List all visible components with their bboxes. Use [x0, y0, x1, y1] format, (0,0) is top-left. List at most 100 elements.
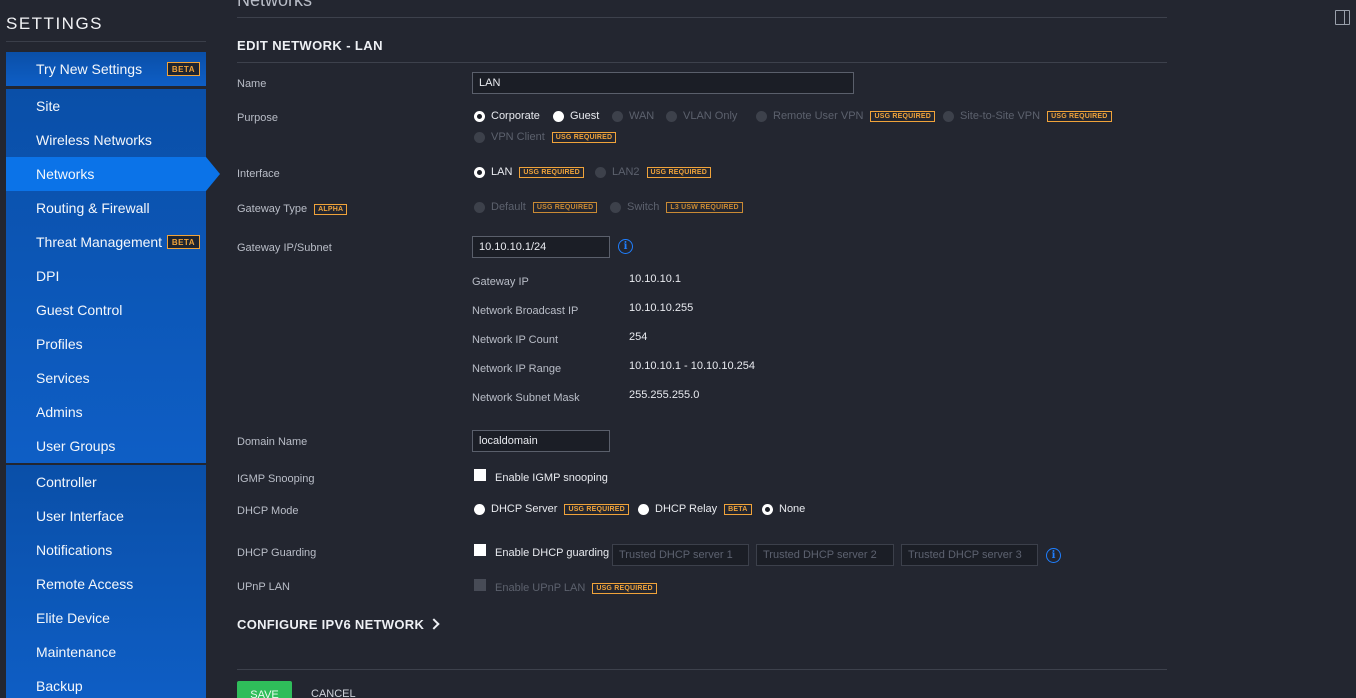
sidebar-item-site[interactable]: Site [6, 89, 206, 123]
l3-usw-required-badge: L3 USW REQUIRED [666, 201, 743, 213]
option-label: None [779, 503, 806, 515]
option-label: DHCP Server [491, 503, 558, 515]
purpose-label: Purpose [237, 112, 278, 124]
cancel-button[interactable]: CANCEL [311, 688, 356, 698]
option-label: Site-to-Site VPN [960, 110, 1041, 122]
gateway-ip-value: 10.10.10.1 [629, 273, 681, 285]
purpose-guest-radio[interactable]: Guest [553, 110, 599, 122]
option-label: LAN [491, 166, 513, 178]
purpose-corporate-radio[interactable]: Corporate [474, 110, 540, 122]
sidebar: SETTINGS Try New Settings BETA Site Wire… [0, 0, 220, 698]
sidebar-item-label: Try New Settings [36, 61, 143, 77]
sidebar-item-networks[interactable]: Networks [6, 157, 220, 191]
sidebar-item-label: Notifications [36, 542, 113, 558]
usg-required-badge: USG REQUIRED [870, 110, 935, 122]
gateway-ip-subnet-label: Gateway IP/Subnet [237, 242, 332, 254]
radio-icon [474, 503, 485, 515]
sidebar-item-label: Networks [36, 166, 95, 182]
gateway-ip-label: Gateway IP [472, 276, 529, 288]
usg-required-badge: USG REQUIRED [592, 582, 657, 594]
upnp-lan-label: UPnP LAN [237, 581, 290, 593]
sidebar-item-profiles[interactable]: Profiles [6, 327, 206, 361]
trusted-dhcp-server-2-input[interactable] [756, 544, 894, 566]
configure-ipv6-link[interactable]: CONFIGURE IPV6 NETWORK [237, 617, 440, 632]
purpose-vpn-client-radio[interactable]: VPN Client USG REQUIRED [474, 131, 617, 143]
option-label: VPN Client [491, 131, 545, 143]
dhcp-guarding-checkbox[interactable]: Enable DHCP guarding [474, 544, 609, 559]
option-label: Default [491, 201, 526, 213]
settings-page: SETTINGS Try New Settings BETA Site Wire… [0, 0, 1356, 698]
sidebar-item-label: DPI [36, 268, 60, 284]
option-label: Guest [570, 110, 600, 122]
info-icon[interactable]: i [618, 239, 633, 254]
igmp-snooping-checkbox[interactable]: Enable IGMP snooping [474, 469, 608, 484]
sidebar-item-label: Remote Access [36, 576, 134, 592]
usg-required-badge: USG REQUIRED [564, 503, 629, 515]
ip-count-value: 254 [629, 331, 648, 343]
sidebar-item-routing-firewall[interactable]: Routing & Firewall [6, 191, 206, 225]
sidebar-item-label: Maintenance [36, 644, 117, 660]
option-label: Enable IGMP snooping [495, 472, 608, 484]
gateway-type-switch-radio[interactable]: Switch L3 USW REQUIRED [610, 201, 743, 213]
option-label: Remote User VPN [773, 110, 864, 122]
usg-required-badge: USG REQUIRED [519, 166, 584, 178]
panel-toggle-icon[interactable] [1335, 10, 1350, 25]
sidebar-item-guest-control[interactable]: Guest Control [6, 293, 206, 327]
sidebar-item-label: Elite Device [36, 610, 110, 626]
interface-lan2-radio[interactable]: LAN2 USG REQUIRED [595, 166, 711, 178]
sidebar-item-backup[interactable]: Backup [6, 669, 206, 698]
page-title: EDIT NETWORK - LAN [237, 38, 383, 53]
dhcp-relay-radio[interactable]: DHCP Relay BETA [638, 503, 752, 515]
domain-name-input[interactable] [472, 430, 610, 452]
radio-icon [553, 110, 564, 122]
sidebar-title: SETTINGS [6, 14, 104, 33]
option-label: DHCP Relay [655, 503, 718, 515]
sidebar-item-label: Admins [36, 404, 83, 420]
sidebar-item-label: Routing & Firewall [36, 200, 150, 216]
checkbox-icon [474, 469, 486, 481]
dhcp-none-radio[interactable]: None [762, 503, 805, 515]
sidebar-item-maintenance[interactable]: Maintenance [6, 635, 206, 669]
sidebar-item-dpi[interactable]: DPI [6, 259, 206, 293]
sidebar-item-label: Controller [36, 474, 97, 490]
sidebar-item-notifications[interactable]: Notifications [6, 533, 206, 567]
checkbox-icon [474, 544, 486, 556]
purpose-vlan-only-radio[interactable]: VLAN Only [666, 110, 737, 122]
sidebar-item-user-groups[interactable]: User Groups [6, 429, 206, 463]
beta-badge: BETA [166, 235, 200, 249]
gateway-type-default-radio[interactable]: Default USG REQUIRED [474, 201, 598, 213]
dhcp-guarding-label: DHCP Guarding [237, 547, 317, 559]
sidebar-item-threat-management[interactable]: Threat Management BETA [6, 225, 206, 259]
purpose-remote-user-vpn-radio[interactable]: Remote User VPN USG REQUIRED [756, 110, 935, 122]
trusted-dhcp-server-1-input[interactable] [612, 544, 749, 566]
sidebar-item-controller[interactable]: Controller [6, 465, 206, 499]
sidebar-item-try-new-settings[interactable]: Try New Settings BETA [6, 52, 206, 86]
radio-icon [610, 201, 621, 213]
domain-name-label: Domain Name [237, 436, 308, 448]
usg-required-badge: USG REQUIRED [532, 201, 598, 213]
trusted-dhcp-server-3-input[interactable] [901, 544, 1038, 566]
dhcp-server-radio[interactable]: DHCP Server USG REQUIRED [474, 503, 629, 515]
sidebar-item-elite-device[interactable]: Elite Device [6, 601, 206, 635]
interface-lan-radio[interactable]: LAN USG REQUIRED [474, 166, 584, 178]
option-label: WAN [629, 110, 655, 122]
sidebar-item-user-interface[interactable]: User Interface [6, 499, 206, 533]
sidebar-item-remote-access[interactable]: Remote Access [6, 567, 206, 601]
purpose-wan-radio[interactable]: WAN [612, 110, 654, 122]
sidebar-item-label: User Interface [36, 508, 124, 524]
sidebar-item-admins[interactable]: Admins [6, 395, 206, 429]
chevron-right-icon [428, 618, 440, 630]
purpose-site-to-site-vpn-radio[interactable]: Site-to-Site VPN USG REQUIRED [943, 110, 1112, 122]
sidebar-item-wireless-networks[interactable]: Wireless Networks [6, 123, 206, 157]
gateway-ip-subnet-input[interactable] [472, 236, 610, 258]
radio-icon [474, 166, 485, 178]
save-button[interactable]: SAVE [237, 681, 292, 698]
info-icon[interactable]: i [1046, 548, 1061, 563]
name-input[interactable] [472, 72, 854, 94]
sidebar-item-label: Site [36, 98, 61, 114]
edit-network-form: Networks EDIT NETWORK - LAN Name Purpose… [237, 0, 1167, 698]
upnp-lan-checkbox[interactable]: Enable UPnP LAN USG REQUIRED [474, 579, 657, 594]
sidebar-item-services[interactable]: Services [6, 361, 206, 395]
sidebar-item-label: Profiles [36, 336, 83, 352]
broadcast-ip-label: Network Broadcast IP [472, 305, 579, 317]
